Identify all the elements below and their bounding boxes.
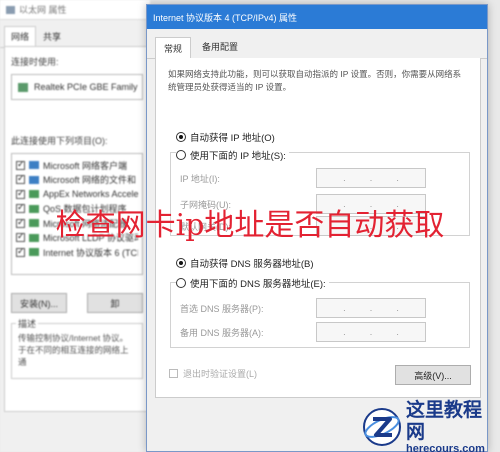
overlay-caption: 检查网卡ip地址是否自动获取 xyxy=(55,208,445,243)
validate-on-exit-label: 退出时验证设置(L) xyxy=(183,369,257,379)
component-buttons: 安装(N)... 卸 xyxy=(11,293,143,313)
ip-dot: . xyxy=(369,327,373,337)
preferred-dns-input[interactable]: ... xyxy=(316,298,426,318)
ethernet-tabs: 网络 共享 xyxy=(0,20,150,48)
ethernet-title: 以太网 属性 xyxy=(19,5,67,15)
checkbox-icon[interactable] xyxy=(16,188,25,199)
dialog-title-bar: Internet 协议版本 4 (TCP/IPv4) 属性 xyxy=(147,5,487,29)
description-legend: 描述 xyxy=(16,317,39,330)
advanced-button[interactable]: 高级(V)... xyxy=(395,365,471,385)
auto-ip-label: 自动获得 IP 地址(O) xyxy=(190,133,275,144)
dialog-title: Internet 协议版本 4 (TCP/IPv4) 属性 xyxy=(153,12,298,23)
adapter-name: Realtek PCIe GBE Family xyxy=(34,82,138,92)
file-sharing-icon xyxy=(29,175,39,184)
adapter-box: Realtek PCIe GBE Family xyxy=(11,74,143,100)
checkbox-icon[interactable] xyxy=(16,246,25,257)
nic-icon xyxy=(18,82,28,92)
tab-alternate-config[interactable]: 备用配置 xyxy=(193,35,247,58)
ip-dot: . xyxy=(369,173,373,183)
manual-dns-label: 使用下面的 DNS 服务器地址(E): xyxy=(190,279,326,290)
ip-dot: . xyxy=(396,173,399,183)
components-label: 此连接使用下列项目(O): xyxy=(11,136,108,146)
alternate-dns-label: 备用 DNS 服务器(A): xyxy=(180,328,264,338)
install-button[interactable]: 安装(N)... xyxy=(11,293,67,313)
radio-selected-icon[interactable] xyxy=(176,258,186,268)
protocol-icon xyxy=(29,190,39,199)
ip-dot: . xyxy=(343,173,346,183)
auto-dns-radio[interactable]: 自动获得 DNS 服务器地址(B) xyxy=(176,256,314,270)
tab-general[interactable]: 常规 xyxy=(155,37,192,59)
auto-dns-label: 自动获得 DNS 服务器地址(B) xyxy=(190,259,314,270)
site-watermark: 这里教程网 herecours.com xyxy=(362,399,498,452)
description-text: 传输控制协议/Internet 协议。于在不同的相互连接的网络上通 xyxy=(18,333,129,367)
ip-dot: . xyxy=(396,327,399,337)
ethernet-title-bar: 以太网 属性 xyxy=(0,0,150,20)
radio-selected-icon[interactable] xyxy=(176,132,186,142)
tab-network[interactable]: 网络 xyxy=(4,26,37,47)
ip-dot: . xyxy=(343,327,346,337)
uninstall-button[interactable]: 卸 xyxy=(87,293,143,313)
radio-unselected-icon[interactable] xyxy=(176,150,186,160)
watermark-url: herecours.com xyxy=(406,442,485,452)
ip-dot: . xyxy=(369,303,373,313)
validate-on-exit-checkbox[interactable]: 退出时验证设置(L) xyxy=(169,367,257,380)
list-item[interactable]: Microsoft 网络的文件和 xyxy=(16,173,138,188)
checkbox-icon[interactable] xyxy=(169,369,178,378)
description-group: 描述 传输控制协议/Internet 协议。于在不同的相互连接的网络上通 xyxy=(11,317,143,379)
manual-dns-radio[interactable]: 使用下面的 DNS 服务器地址(E): xyxy=(176,276,329,290)
protocol-icon xyxy=(29,248,39,257)
component-label: Microsoft 网络的文件和 xyxy=(43,175,137,186)
component-label: Microsoft 网络客户端 xyxy=(43,160,128,171)
component-label: AppEx Networks Accele xyxy=(43,189,138,200)
list-item[interactable]: Microsoft 网络客户端 xyxy=(16,158,138,173)
component-label: Internet 协议版本 6 (TCP xyxy=(43,247,138,258)
ip-address-label: IP 地址(I): xyxy=(180,174,220,184)
watermark-text: 这里教程网 herecours.com xyxy=(406,399,498,452)
network-client-icon xyxy=(29,161,39,170)
checkbox-icon[interactable] xyxy=(16,159,25,170)
preferred-dns-label: 首选 DNS 服务器(P): xyxy=(180,304,264,314)
radio-unselected-icon[interactable] xyxy=(176,278,186,288)
network-icon xyxy=(6,5,15,14)
dialog-tabs: 常规 备用配置 xyxy=(147,29,487,59)
checkbox-icon[interactable] xyxy=(16,173,25,185)
site-logo-icon xyxy=(362,407,402,447)
manual-ip-label: 使用下面的 IP 地址(S): xyxy=(190,151,286,162)
alternate-dns-input[interactable]: ... xyxy=(316,322,426,342)
ip-address-input[interactable]: ... xyxy=(316,168,426,188)
tab-sharing[interactable]: 共享 xyxy=(36,26,68,47)
intro-text: 如果网络支持此功能，则可以获取自动指派的 IP 设置。否则，你需要从网络系统管理… xyxy=(168,69,462,92)
ip-dot: . xyxy=(396,303,399,313)
watermark-brand: 这里教程网 xyxy=(406,398,483,443)
ip-dot: . xyxy=(343,303,346,313)
auto-ip-radio[interactable]: 自动获得 IP 地址(O) xyxy=(176,130,275,144)
connect-using-label: 连接时使用: xyxy=(11,57,59,67)
list-item[interactable]: Internet 协议版本 6 (TCP xyxy=(16,245,138,260)
manual-ip-radio[interactable]: 使用下面的 IP 地址(S): xyxy=(176,148,289,162)
